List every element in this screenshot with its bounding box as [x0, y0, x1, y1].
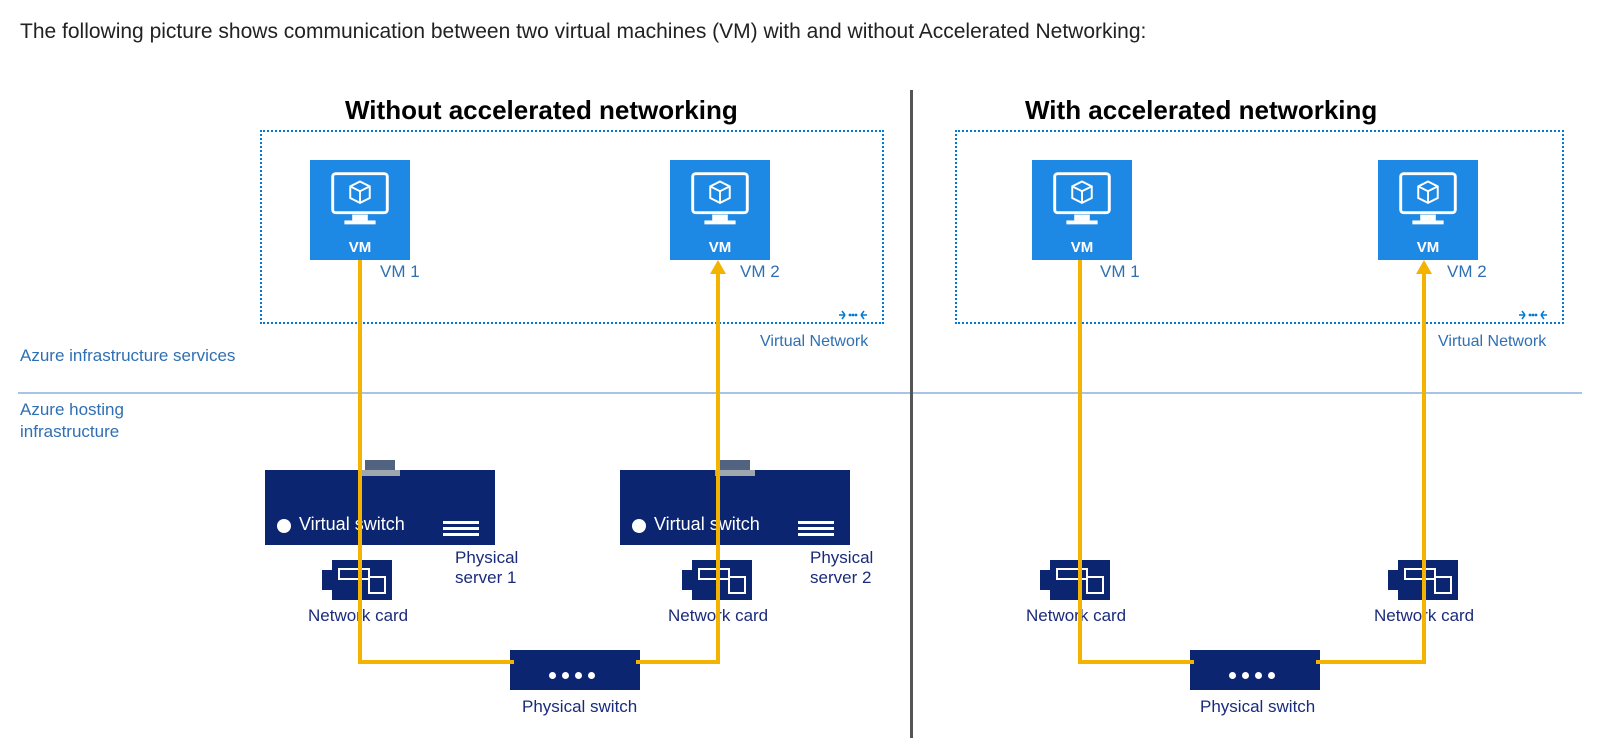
left-vnet-label: Virtual Network	[760, 333, 868, 351]
vnet-icon	[838, 305, 868, 325]
intro-text: The following picture shows communicatio…	[20, 20, 1146, 44]
left-vm1-caption: VM 1	[380, 262, 420, 282]
left-server2-label-b: server 2	[810, 568, 871, 588]
left-server2-label-a: Physical	[810, 548, 873, 568]
region-top-label: Azure infrastructure services	[20, 346, 235, 366]
left-vswitch1: Virtual switch	[265, 470, 495, 545]
right-pswitch	[1190, 650, 1320, 690]
vm-icon	[310, 160, 410, 238]
left-vm1: VM	[310, 160, 410, 260]
connector	[358, 660, 514, 664]
left-vm2-caption: VM 2	[740, 262, 780, 282]
right-vm2-caption: VM 2	[1447, 262, 1487, 282]
right-vm2: VM	[1378, 160, 1478, 260]
left-vm2: VM	[670, 160, 770, 260]
right-nic2	[1398, 560, 1458, 600]
connector	[358, 260, 362, 660]
connector	[636, 660, 720, 664]
right-vm1-icon-label: VM	[1032, 239, 1132, 256]
region-bottom-label-1: Azure hosting	[20, 400, 124, 420]
left-server1-label-b: server 1	[455, 568, 516, 588]
arrow-up-icon	[710, 260, 726, 274]
vnet-icon	[1518, 305, 1548, 325]
left-server1-label-a: Physical	[455, 548, 518, 568]
region-bottom-label-2: infrastructure	[20, 422, 119, 442]
left-vm2-icon-label: VM	[670, 239, 770, 256]
left-nic1	[332, 560, 392, 600]
right-title: With accelerated networking	[1025, 95, 1377, 126]
left-nic2	[692, 560, 752, 600]
center-divider	[910, 90, 913, 738]
connector	[716, 274, 720, 664]
layer-divider	[18, 392, 1582, 394]
right-vnet-label: Virtual Network	[1438, 333, 1546, 351]
right-pswitch-label: Physical switch	[1200, 697, 1315, 717]
right-nic1-label: Network card	[1026, 606, 1126, 626]
vm-icon	[1032, 160, 1132, 238]
left-vswitch1-label: Virtual switch	[299, 514, 405, 535]
vm-icon	[670, 160, 770, 238]
left-pswitch-label: Physical switch	[522, 697, 637, 717]
left-vswitch2: Virtual switch	[620, 470, 850, 545]
connector	[1422, 274, 1426, 664]
left-pswitch	[510, 650, 640, 690]
diagram-root: The following picture shows communicatio…	[0, 0, 1600, 748]
vm-icon	[1378, 160, 1478, 238]
right-vm1: VM	[1032, 160, 1132, 260]
arrow-up-icon	[1416, 260, 1432, 274]
left-vm1-icon-label: VM	[310, 239, 410, 256]
connector	[1316, 660, 1426, 664]
connector	[1078, 260, 1082, 660]
connector	[1078, 660, 1194, 664]
right-vm1-caption: VM 1	[1100, 262, 1140, 282]
left-vswitch2-label: Virtual switch	[654, 514, 760, 535]
left-title: Without accelerated networking	[345, 95, 738, 126]
right-vm2-icon-label: VM	[1378, 239, 1478, 256]
